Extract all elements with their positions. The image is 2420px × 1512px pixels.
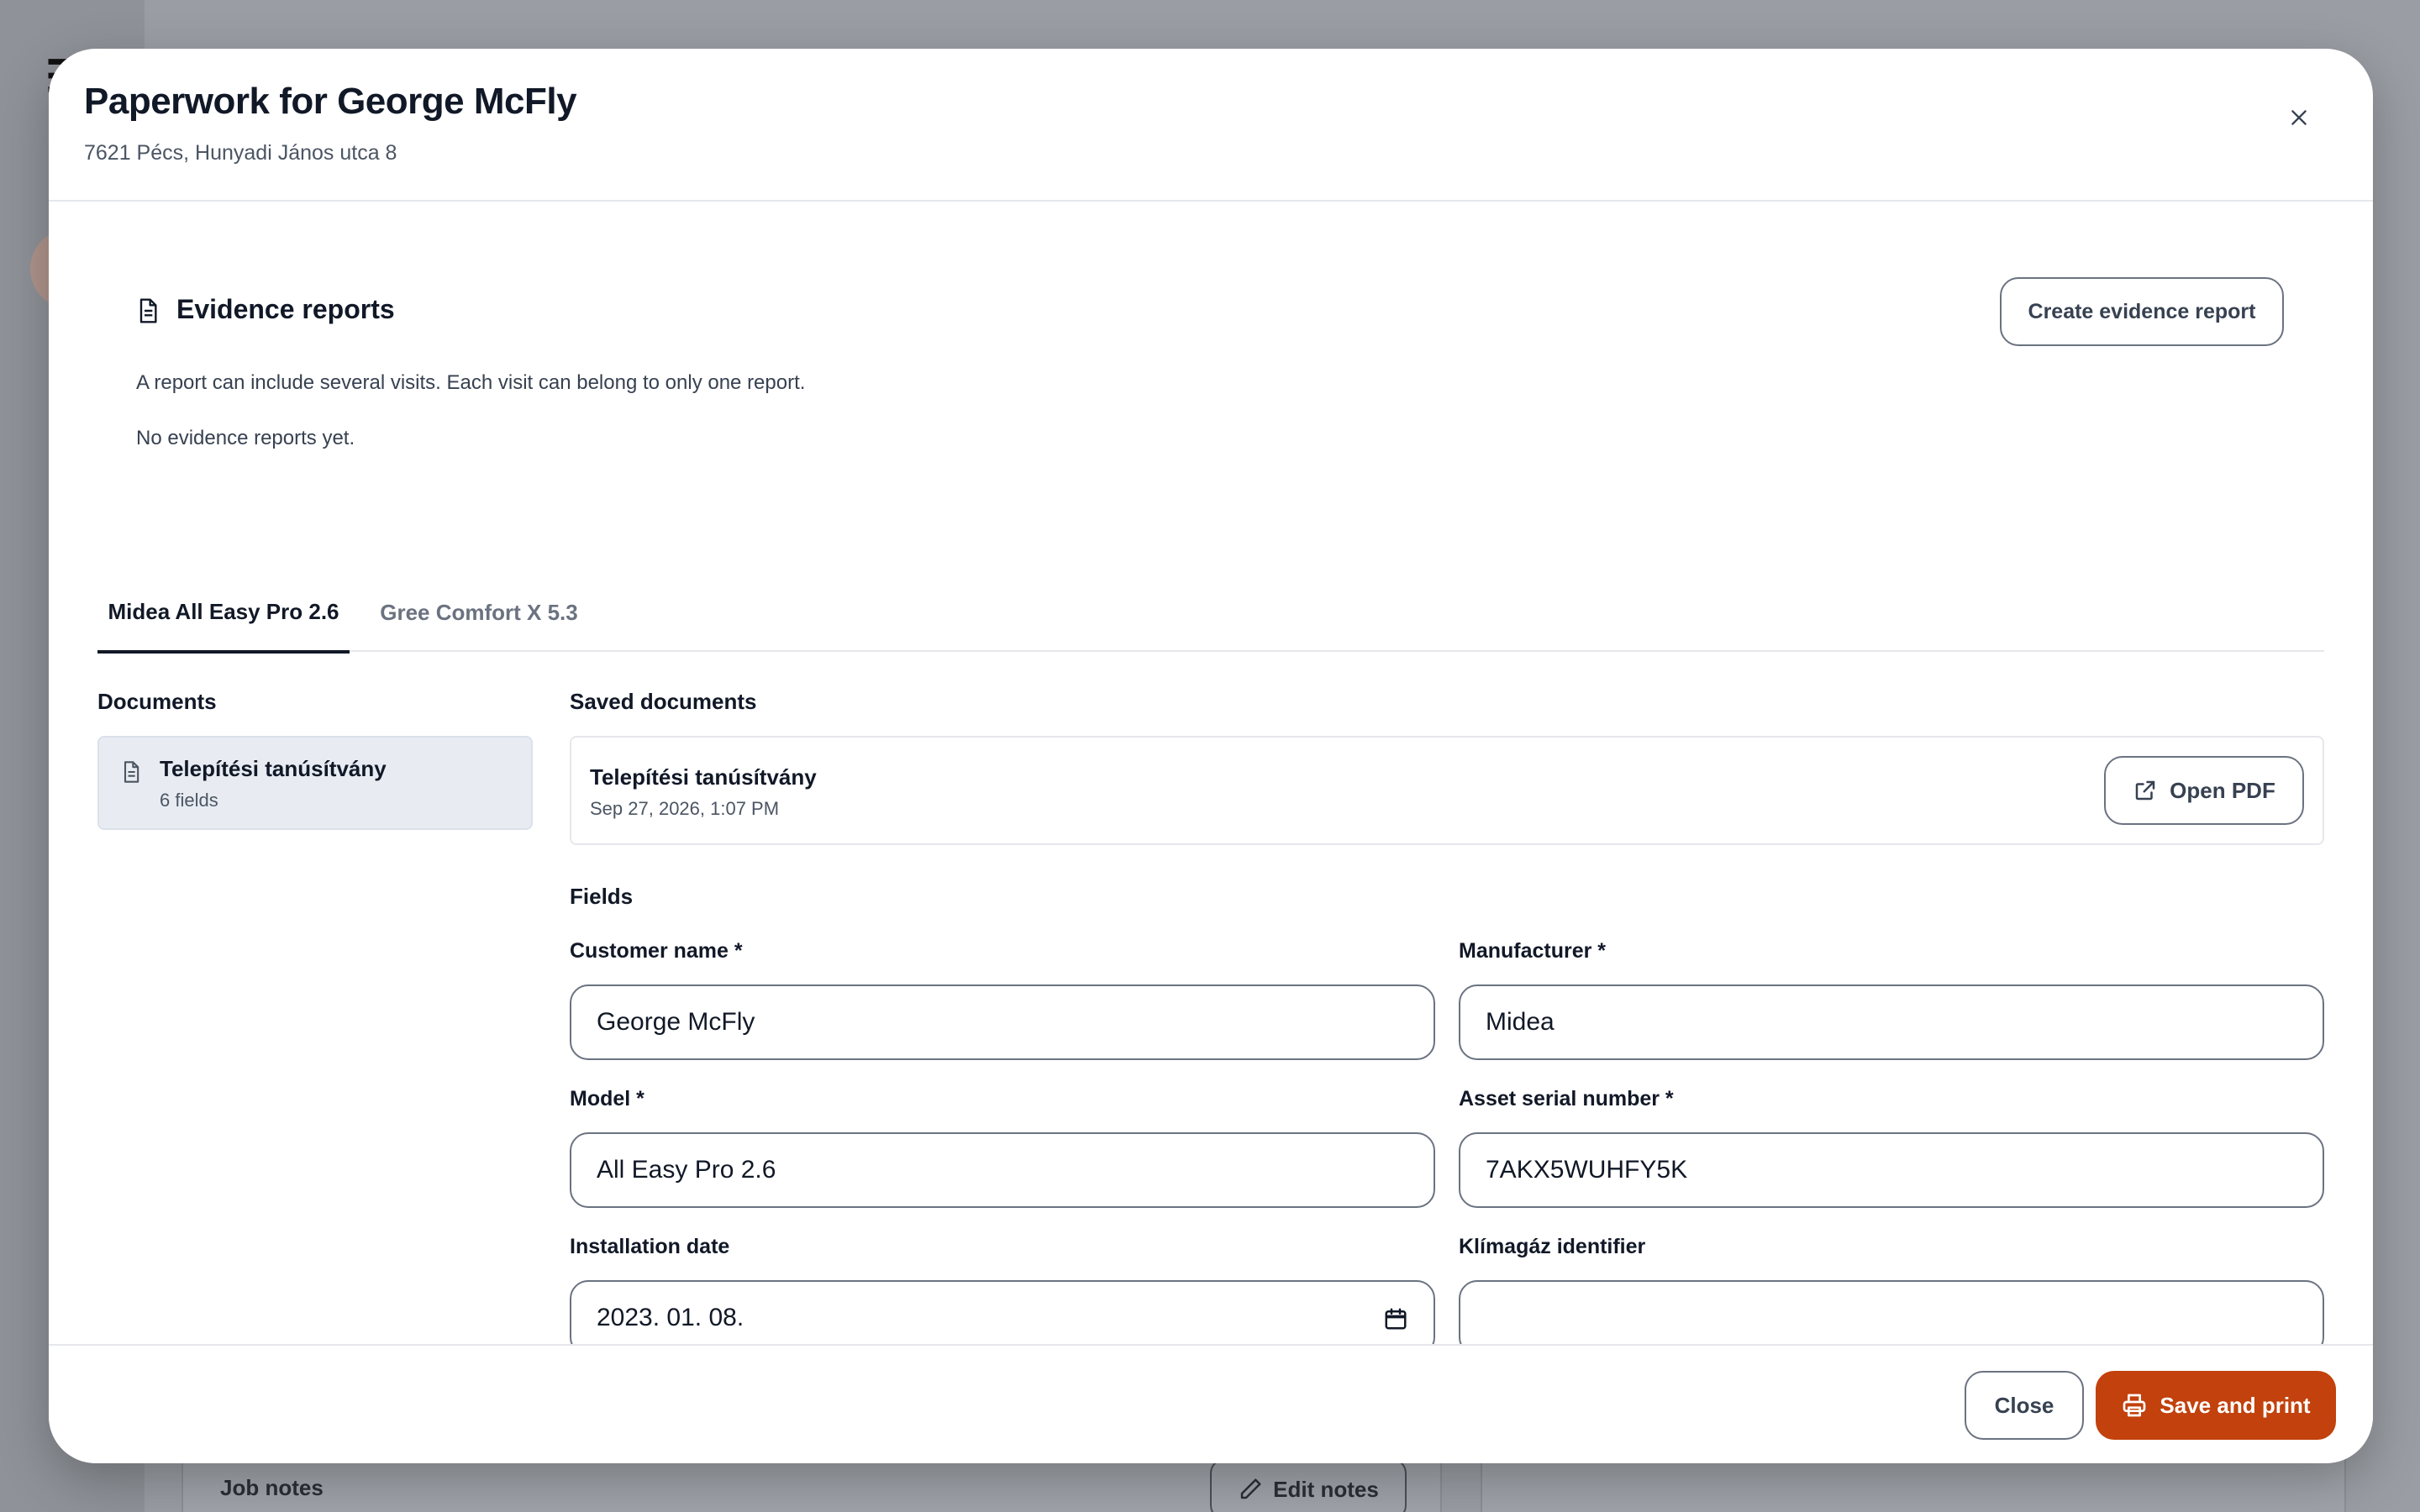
- saved-document-row: Telepítési tanúsítvány Sep 27, 2026, 1:0…: [570, 736, 2324, 845]
- document-item[interactable]: Telepítési tanúsítvány 6 fields: [97, 736, 533, 830]
- tab-gree-comfort-x[interactable]: Gree Comfort X 5.3: [353, 573, 605, 652]
- paperwork-modal: Paperwork for George McFly 7621 Pécs, Hu…: [49, 49, 2373, 1463]
- asset-tabs: Midea All Easy Pro 2.6 Gree Comfort X 5.…: [97, 573, 2324, 654]
- open-pdf-button[interactable]: Open PDF: [2104, 756, 2304, 825]
- create-evidence-report-button[interactable]: Create evidence report: [2000, 277, 2284, 346]
- installation-date-label: Installation date: [570, 1235, 730, 1258]
- background-edit-notes-button: Edit notes: [1210, 1458, 1407, 1512]
- saved-document-title: Telepítési tanúsítvány: [590, 764, 817, 790]
- printer-icon: [2123, 1394, 2146, 1417]
- evidence-reports-title: Evidence reports: [176, 294, 395, 324]
- edit-notes-label: Edit notes: [1273, 1476, 1379, 1502]
- modal-header: Paperwork for George McFly 7621 Pécs, Hu…: [49, 49, 2373, 202]
- modal-subtitle: 7621 Pécs, Hunyadi János utca 8: [84, 141, 397, 165]
- fields-heading: Fields: [570, 884, 634, 909]
- model-input[interactable]: All Easy Pro 2.6: [570, 1132, 1435, 1208]
- tab-midea-all-easy-pro[interactable]: Midea All Easy Pro 2.6: [97, 573, 350, 654]
- documents-heading: Documents: [97, 689, 217, 714]
- modal-footer: Close Save and print: [49, 1344, 2373, 1463]
- calendar-icon[interactable]: [1383, 1305, 1408, 1332]
- saved-document-date: Sep 27, 2026, 1:07 PM: [590, 798, 780, 819]
- model-label: Model *: [570, 1087, 644, 1110]
- save-and-print-button[interactable]: Save and print: [2096, 1371, 2336, 1440]
- save-and-print-label: Save and print: [2160, 1392, 2311, 1418]
- model-value: All Easy Pro 2.6: [597, 1156, 776, 1184]
- installation-date-value: 2023. 01. 08.: [597, 1304, 744, 1331]
- saved-documents-heading: Saved documents: [570, 689, 757, 714]
- manufacturer-label: Manufacturer *: [1459, 939, 1607, 963]
- modal-close-button[interactable]: [2279, 97, 2319, 138]
- document-item-field-count: 6 fields: [160, 790, 218, 811]
- asset-serial-value: 7AKX5WUHFY5K: [1486, 1156, 1688, 1184]
- evidence-empty-text: No evidence reports yet.: [136, 427, 355, 449]
- customer-name-value: George McFly: [597, 1008, 755, 1036]
- klimagaz-identifier-label: Klímagáz identifier: [1459, 1235, 1646, 1258]
- open-pdf-label: Open PDF: [2170, 777, 2275, 803]
- modal-title: Paperwork for George McFly: [84, 81, 577, 122]
- external-link-icon: [2135, 780, 2155, 801]
- document-icon: [139, 298, 157, 323]
- customer-name-input[interactable]: George McFly: [570, 984, 1435, 1060]
- asset-serial-input[interactable]: 7AKX5WUHFY5K: [1459, 1132, 2324, 1208]
- background-job-notes-label: Job notes: [220, 1475, 324, 1500]
- document-icon: [124, 761, 139, 783]
- close-icon: [2291, 110, 2307, 125]
- pencil-icon: [1240, 1478, 1261, 1499]
- asset-serial-label: Asset serial number *: [1459, 1087, 1674, 1110]
- manufacturer-input[interactable]: Midea: [1459, 984, 2324, 1060]
- document-item-title: Telepítési tanúsítvány: [160, 756, 387, 781]
- modal-body: Evidence reports Create evidence report …: [49, 203, 2373, 1393]
- evidence-description: A report can include several visits. Eac…: [136, 371, 806, 394]
- manufacturer-value: Midea: [1486, 1008, 1555, 1036]
- customer-name-label: Customer name *: [570, 939, 743, 963]
- close-button[interactable]: Close: [1965, 1371, 2084, 1440]
